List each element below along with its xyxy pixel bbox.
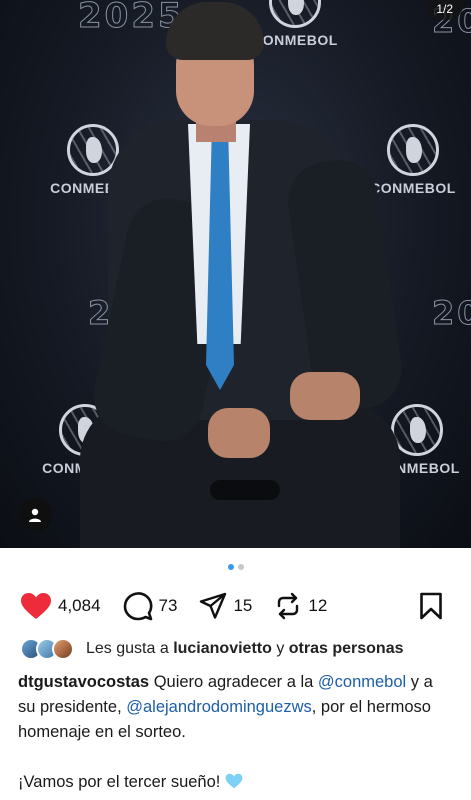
mention-link[interactable]: @conmebol xyxy=(318,673,406,691)
repost-button[interactable]: 12 xyxy=(274,592,327,620)
caption-paragraph: dtgustavocostas Quiero agradecer a la @c… xyxy=(18,670,453,745)
avatar xyxy=(52,638,74,660)
liked-by-others[interactable]: otras personas xyxy=(289,640,404,658)
light-blue-heart-icon xyxy=(225,773,243,789)
liked-by-row[interactable]: Les gusta a lucianovietto y otras person… xyxy=(20,638,451,660)
save-button[interactable] xyxy=(419,592,449,620)
carousel-dot-active xyxy=(227,564,234,570)
like-count: 4,084 xyxy=(58,596,101,615)
post-caption: dtgustavocostas Quiero agradecer a la @c… xyxy=(18,670,453,795)
caption-paragraph: ¡Vamos por el tercer sueño! xyxy=(18,770,453,795)
person-icon xyxy=(29,508,41,522)
send-icon xyxy=(200,592,227,619)
liked-by-prefix: Les gusta a xyxy=(86,640,169,657)
caption-text: ¡Vamos por el tercer sueño! xyxy=(18,773,225,791)
heart-icon xyxy=(21,593,51,619)
post-photo[interactable]: 2025 2025 2025 2025 CONMEBOL CONMEBOL CO… xyxy=(0,0,471,548)
repost-icon xyxy=(278,592,299,620)
tagged-people-button[interactable] xyxy=(18,498,52,532)
mention-link[interactable]: @alejandrodominguezws xyxy=(126,698,312,716)
liked-by-user[interactable]: lucianovietto xyxy=(173,640,272,658)
liked-by-middle: y xyxy=(276,640,285,657)
hair xyxy=(166,2,264,60)
caption-username[interactable]: dtgustavocostas xyxy=(18,673,149,691)
repost-count: 12 xyxy=(308,596,328,615)
share-button[interactable]: 15 xyxy=(199,592,252,620)
comment-count: 73 xyxy=(158,596,178,615)
share-count: 15 xyxy=(233,596,253,615)
caption-text: Quiero agradecer a la xyxy=(149,673,318,691)
bookmark-icon xyxy=(420,592,442,620)
liker-avatars xyxy=(20,638,74,660)
carousel-dot xyxy=(237,564,244,570)
carousel-indicator xyxy=(0,564,471,570)
comment-button[interactable]: 73 xyxy=(123,591,178,621)
hand xyxy=(208,408,270,458)
like-button[interactable]: 4,084 xyxy=(20,592,101,620)
stool xyxy=(210,480,280,500)
hand xyxy=(290,372,360,420)
post-action-bar: 4,084 73 15 12 xyxy=(20,588,449,624)
comment-icon xyxy=(123,592,153,621)
image-counter: 1/2 xyxy=(426,0,463,20)
person-figure xyxy=(80,0,410,548)
sorteo-year-text: 2025 xyxy=(431,294,471,333)
